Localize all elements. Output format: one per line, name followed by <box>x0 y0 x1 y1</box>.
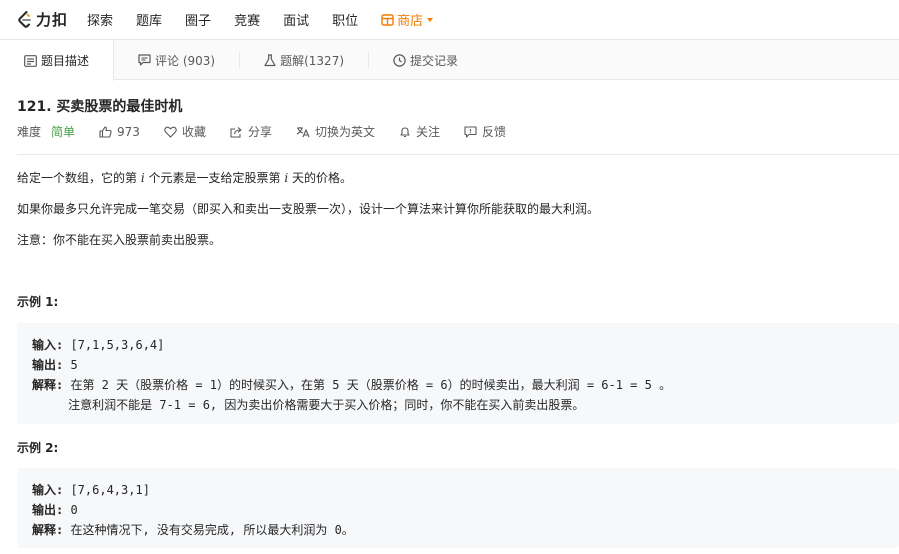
meta-divider <box>17 154 899 155</box>
top-nav: 力扣 探索 题库 圈子 竞赛 面试 职位 商店 <box>0 0 899 40</box>
example-1-explanation-2: 注意利润不能是 7-1 = 6, 因为卖出价格需要大于买入价格；同时，你不能在买… <box>32 398 585 412</box>
follow-label: 关注 <box>415 125 440 139</box>
switch-language-label: 切换为英文 <box>314 125 375 139</box>
description-icon <box>24 54 37 67</box>
tab-submissions-label: 提交记录 <box>410 53 459 68</box>
translate-icon <box>296 126 310 137</box>
tab-description[interactable]: 题目描述 <box>0 40 115 81</box>
problem-meta-bar: 难度 简单 973 收藏 分享 切换为英文 关注 反馈 <box>17 123 899 140</box>
share-icon <box>230 126 242 138</box>
example-1-input: 输入: [7,1,5,3,6,4] <box>32 338 165 352</box>
nav-problems[interactable]: 题库 <box>136 10 162 29</box>
heart-icon <box>164 126 177 138</box>
tab-solutions[interactable]: 题解(1327) <box>240 40 368 80</box>
leetcode-logo-icon <box>18 10 31 28</box>
nav-explore[interactable]: 探索 <box>87 10 113 29</box>
tab-comments-label: 评论 (903) <box>155 53 216 68</box>
example-2-title: 示例 2: <box>17 441 59 455</box>
nav-store-label: 商店 <box>397 14 424 29</box>
nav-interview[interactable]: 面试 <box>283 10 309 29</box>
example-1-explanation: 解释: 在第 2 天（股票价格 = 1）的时候买入，在第 5 天（股票价格 = … <box>32 378 672 392</box>
example-1-output: 输出: 5 <box>32 358 78 372</box>
example-1-code: 输入: [7,1,5,3,6,4] 输出: 5 解释: 在第 2 天（股票价格 … <box>17 323 899 424</box>
bell-icon <box>400 126 410 137</box>
problem-tabs: 题目描述 评论 (903) 题解(1327) 提交记录 <box>0 40 899 81</box>
like-count: 973 <box>117 124 140 139</box>
logo[interactable]: 力扣 <box>17 0 68 40</box>
feedback-icon <box>464 125 477 138</box>
chevron-down-icon <box>427 17 434 22</box>
logo-text: 力扣 <box>36 11 69 29</box>
description-note: 注意：你不能在买入股票前卖出股票。 <box>17 233 222 247</box>
example-2-input: 输入: [7,6,4,3,1] <box>32 483 150 497</box>
share-button[interactable]: 分享 <box>230 123 272 140</box>
example-2-explanation: 解释: 在这种情况下, 没有交易完成, 所以最大利润为 0。 <box>32 523 354 537</box>
tab-description-label: 题目描述 <box>41 54 90 68</box>
feedback-label: 反馈 <box>482 125 507 139</box>
comment-icon <box>138 54 151 66</box>
nav-contest[interactable]: 竞赛 <box>234 10 260 29</box>
share-label: 分享 <box>247 125 272 139</box>
favorite-button[interactable]: 收藏 <box>164 123 206 140</box>
like-button[interactable]: 973 <box>99 125 140 139</box>
problem-title: 121. 买卖股票的最佳时机 <box>17 99 183 115</box>
nav-jobs[interactable]: 职位 <box>332 10 358 29</box>
nav-circle[interactable]: 圈子 <box>185 10 211 29</box>
example-1-title: 示例 1: <box>17 295 59 309</box>
favorite-label: 收藏 <box>181 125 206 139</box>
thumbs-up-icon <box>99 125 112 138</box>
example-2-output: 输出: 0 <box>32 503 78 517</box>
difficulty-label: 难度 <box>17 125 42 139</box>
tab-submissions[interactable]: 提交记录 <box>369 40 482 80</box>
switch-language-button[interactable]: 切换为英文 <box>296 123 375 140</box>
feedback-button[interactable]: 反馈 <box>464 123 506 140</box>
follow-button[interactable]: 关注 <box>399 123 440 140</box>
difficulty-badge: 简单 <box>51 125 76 139</box>
example-2-code: 输入: [7,6,4,3,1] 输出: 0 解释: 在这种情况下, 没有交易完成… <box>17 468 899 548</box>
store-icon <box>381 13 394 26</box>
description-line-2: 如果你最多只允许完成一笔交易（即买入和卖出一支股票一次），设计一个算法来计算你所… <box>17 202 600 216</box>
flask-icon <box>264 53 276 67</box>
tab-solutions-label: 题解(1327) <box>280 53 345 68</box>
tab-comments[interactable]: 评论 (903) <box>114 40 239 80</box>
description-line-1: 给定一个数组，它的第 i 个元素是一支给定股票第 i 天的价格。 <box>17 171 352 185</box>
main-menu: 探索 题库 圈子 竞赛 面试 职位 商店 <box>87 10 434 29</box>
clock-icon <box>393 53 406 67</box>
nav-store[interactable]: 商店 <box>381 10 434 29</box>
